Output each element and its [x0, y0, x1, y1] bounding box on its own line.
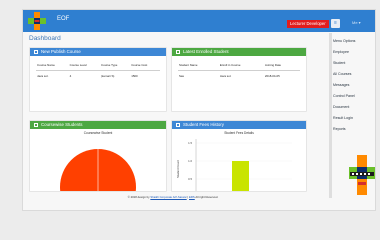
col-header: Course Cost — [130, 60, 160, 71]
page-title: Dashboard — [29, 35, 61, 42]
col-header: Enroll in Course — [218, 60, 264, 71]
sidebar-item-menu-options: Menu Options — [333, 39, 356, 43]
coursewise-pie-chart — [60, 149, 136, 191]
logo-cross-icon — [28, 12, 46, 30]
coursewise-header: Coursewise Students — [30, 121, 166, 129]
footer-prefix: © 2018 design by — [127, 195, 150, 199]
enrolled-card: Latest Enrolled Student Student Name Enr… — [171, 47, 307, 112]
sidebar-item-student[interactable]: Student — [331, 58, 375, 69]
new-courses-title: New Publish Course — [41, 49, 81, 54]
enrolled-header: Latest Enrolled Student — [172, 48, 306, 56]
new-courses-card: New Publish Course Course Name Course Le… — [29, 47, 167, 112]
y-tick-label: 1.0 — [188, 159, 192, 163]
fees-bar-chart: Student Count 1.5 1.0 0.5 — [176, 139, 292, 191]
coursewise-card: Coursewise Students Coursewise Student — [29, 120, 167, 192]
col-header: Course Name — [36, 60, 69, 71]
table-cell: (kemari S) — [101, 74, 115, 78]
sidebar-item-employee[interactable]: Employee — [331, 47, 375, 58]
table-cell: Java sol. — [37, 74, 49, 78]
table-cell: 1500 — [131, 74, 138, 78]
enrolled-table: Student Name Enroll in Course Joining Da… — [178, 60, 300, 81]
footer-link-author[interactable]: Shaikh Corporate Arif-Sarwar — [150, 195, 186, 199]
footer: © 2018 design by Shaikh Corporate Arif-S… — [23, 195, 323, 199]
fees-header: Student Fees History — [172, 121, 306, 129]
new-courses-table: Course Name Course Level Course Type Cou… — [36, 60, 160, 81]
coursewise-title: Coursewise Students — [41, 122, 83, 127]
col-header: Course Type — [100, 60, 131, 71]
list-icon — [34, 49, 38, 54]
sidebar-item-document[interactable]: Document — [331, 102, 375, 113]
right-sidebar: Menu Options Employee Student All Course… — [331, 36, 375, 135]
sidebar-item-messages[interactable]: Messages — [331, 80, 375, 91]
app-window: EOF Lecturer Developer ≡ Me ▾ Dashboard … — [22, 9, 376, 211]
pie-chart-icon — [34, 122, 38, 127]
footer-link-ers[interactable]: ERS — [189, 195, 195, 199]
fees-title: Student Fees History — [183, 122, 224, 127]
menu-button[interactable]: ≡ — [331, 19, 340, 28]
table-header-row: Student Name Enroll in Course Joining Da… — [178, 60, 300, 71]
table-cell: 2018-04-05 — [264, 74, 280, 78]
bar-chart-icon — [176, 122, 180, 127]
y-tick-label: 1.5 — [188, 141, 192, 145]
enrolled-title: Latest Enrolled Student — [183, 49, 229, 54]
table-row[interactable]: Java sol. 4 (kemari S) 1500 — [36, 71, 160, 82]
screenshot-frame: EOF Lecturer Developer ≡ Me ▾ Dashboard … — [0, 0, 380, 226]
logo-cross-icon — [349, 155, 375, 195]
app-title: EOF — [57, 16, 70, 22]
app-logo[interactable] — [27, 11, 47, 31]
user-menu[interactable]: Me ▾ — [352, 20, 361, 25]
footer-suffix: All right Reserved. — [195, 195, 219, 199]
fees-card: Student Fees History Student Fees Detail… — [171, 120, 307, 192]
new-courses-header: New Publish Course — [30, 48, 166, 56]
table-cell: Sas — [179, 74, 184, 78]
table-header-row: Course Name Course Level Course Type Cou… — [36, 60, 160, 71]
role-badge[interactable]: Lecturer Developer — [287, 20, 329, 28]
col-header: Course Level — [68, 60, 101, 71]
fee-bar[interactable] — [232, 161, 249, 191]
y-axis-label: Student Count — [176, 160, 180, 178]
col-header: Student Name — [178, 60, 219, 71]
table-cell: 4 — [69, 74, 72, 78]
table-row[interactable]: Sas Java sol. 2018-04-05 — [178, 71, 300, 82]
y-tick-label: 0.5 — [188, 177, 192, 181]
top-navbar: EOF Lecturer Developer ≡ Me ▾ — [23, 10, 375, 32]
sidebar-item-all-courses[interactable]: All Courses — [331, 69, 375, 80]
sidebar-item-result-login[interactable]: Result Login — [331, 113, 375, 124]
side-logo — [348, 154, 375, 196]
col-header: Joining Date — [263, 60, 300, 71]
list-icon — [176, 49, 180, 54]
sidebar-item-reports[interactable]: Reports — [331, 124, 375, 135]
table-cell: Java sol. — [219, 74, 232, 78]
sidebar-item-control-panel[interactable]: Control Panel — [331, 91, 375, 102]
